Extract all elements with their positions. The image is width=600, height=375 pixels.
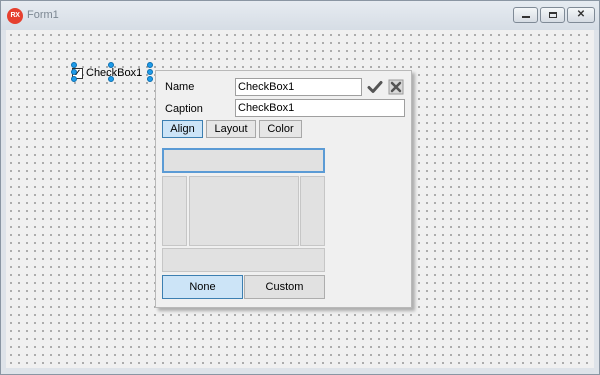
minimize-button[interactable] (513, 7, 538, 23)
app-icon: RX (7, 8, 23, 24)
align-left-region[interactable] (162, 176, 187, 246)
selection-handle-top-left[interactable] (71, 62, 77, 68)
selection-handle-top[interactable] (108, 62, 114, 68)
tab-align[interactable]: Align (162, 120, 203, 138)
inspector-tabs: Align Layout Color (162, 120, 302, 138)
window-title: Form1 (27, 9, 59, 21)
property-inspector: Name CheckBox1 Caption CheckBox1 Align L… (155, 70, 412, 308)
selection-handle-bottom-right[interactable] (147, 76, 153, 82)
close-icon: ✕ (576, 9, 586, 20)
caption-label: Caption (165, 103, 203, 115)
align-right-region[interactable] (300, 176, 325, 246)
checkbox-label: CheckBox1 (86, 67, 143, 79)
name-label: Name (165, 81, 195, 93)
maximize-button[interactable] (540, 7, 565, 23)
caption-field[interactable]: CheckBox1 (235, 99, 405, 117)
window-controls: ✕ (513, 7, 595, 24)
align-custom-button[interactable]: Custom (244, 275, 325, 299)
selection-handle-bottom-left[interactable] (71, 76, 77, 82)
selection-handle-top-right[interactable] (147, 62, 153, 68)
checkmark-icon[interactable] (367, 79, 383, 95)
selection-handle-bottom[interactable] (108, 76, 114, 82)
selection-handle-right[interactable] (147, 69, 153, 75)
maximize-icon (549, 12, 557, 18)
align-none-button[interactable]: None (162, 275, 243, 299)
name-field[interactable]: CheckBox1 (235, 78, 362, 96)
align-bottom-region[interactable] (162, 248, 325, 272)
cross-icon[interactable] (388, 79, 404, 95)
tab-color[interactable]: Color (259, 120, 302, 138)
align-client-region[interactable] (189, 176, 299, 246)
tab-layout[interactable]: Layout (206, 120, 256, 138)
close-button[interactable]: ✕ (567, 7, 595, 23)
selection-handle-left[interactable] (71, 69, 77, 75)
align-top-region[interactable] (162, 148, 325, 173)
title-bar[interactable]: RX Form1 ✕ (1, 1, 599, 30)
minimize-icon (522, 16, 530, 18)
